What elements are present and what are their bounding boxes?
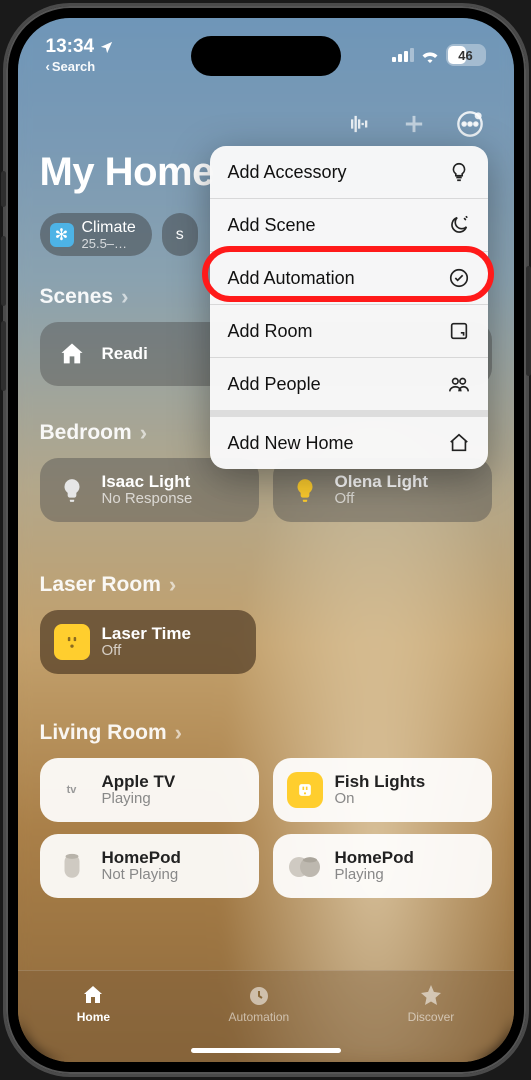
screen: 13:34 ‹ Search 46 (18, 18, 514, 1062)
tile-sub: Not Playing (102, 867, 181, 884)
location-icon (99, 40, 114, 55)
menu-label: Add Accessory (228, 162, 347, 183)
menu-add-home[interactable]: Add New Home (210, 417, 488, 469)
add-menu: Add Accessory Add Scene Add Automation A… (210, 146, 488, 469)
laser-title: Laser Room (40, 573, 161, 597)
menu-add-scene[interactable]: Add Scene (210, 199, 488, 252)
battery-percent: 46 (458, 48, 472, 63)
fan-icon: ✻ (50, 223, 74, 247)
chevron-left-icon: ‹ (46, 59, 50, 74)
volume-up-button[interactable] (1, 236, 6, 306)
add-icon[interactable] (400, 110, 428, 138)
climate-chip[interactable]: ✻ Climate 25.5–… (40, 213, 152, 256)
accessory-tile-appletv[interactable]: tv Apple TV Playing (40, 758, 259, 822)
cellular-icon (392, 48, 414, 62)
menu-add-automation[interactable]: Add Automation (210, 252, 488, 305)
accessory-tile-fish[interactable]: Fish Lights On (273, 758, 492, 822)
section-laser[interactable]: Laser Room (40, 572, 492, 598)
home-icon (448, 432, 470, 454)
accessory-tile-homepod1[interactable]: HomePod Not Playing (40, 834, 259, 898)
battery-indicator: 46 (446, 44, 486, 66)
bulb-off-icon (54, 472, 90, 508)
climate-sub: 25.5–… (82, 237, 136, 250)
dynamic-island (191, 36, 341, 76)
tile-title: HomePod (335, 849, 414, 868)
tile-title: Olena Light (335, 473, 429, 492)
scenes-title: Scenes (40, 285, 114, 309)
phone-frame: 13:34 ‹ Search 46 (6, 6, 526, 1074)
outlet-on-icon (287, 772, 323, 808)
tile-sub: Playing (335, 867, 414, 884)
status-time: 13:34 (46, 36, 95, 58)
menu-add-people[interactable]: Add People (210, 358, 488, 410)
accessory-tile-laser[interactable]: Laser Time Off (40, 610, 257, 674)
menu-label: Add Scene (228, 215, 316, 236)
section-living[interactable]: Living Room (40, 720, 492, 746)
other-chip[interactable]: s (162, 213, 198, 256)
volume-down-button[interactable] (1, 321, 6, 391)
menu-label: Add Automation (228, 268, 355, 289)
tile-sub: On (335, 791, 426, 808)
room-icon (448, 320, 470, 342)
climate-label: Climate (82, 219, 136, 237)
bulb-on-icon (287, 472, 323, 508)
other-chip-label: s (176, 226, 184, 244)
power-button[interactable] (526, 266, 531, 376)
menu-separator (210, 410, 488, 417)
tile-sub: Off (335, 491, 429, 508)
scene-title: Readi (102, 345, 148, 364)
outlet-icon (54, 624, 90, 660)
silence-switch[interactable] (1, 171, 6, 207)
back-to-search[interactable]: ‹ Search (46, 59, 115, 74)
bedroom-title: Bedroom (40, 421, 132, 445)
menu-label: Add New Home (228, 433, 354, 454)
appletv-icon: tv (54, 772, 90, 808)
tile-title: HomePod (102, 849, 181, 868)
back-label: Search (52, 59, 95, 74)
living-title: Living Room (40, 721, 167, 745)
bulb-icon (448, 161, 470, 183)
tile-title: Apple TV (102, 773, 176, 792)
menu-label: Add Room (228, 321, 313, 342)
tile-title: Fish Lights (335, 773, 426, 792)
tile-sub: Off (102, 643, 191, 660)
tile-sub: Playing (102, 791, 176, 808)
homepod-icon (54, 848, 90, 884)
menu-add-room[interactable]: Add Room (210, 305, 488, 358)
intercom-icon[interactable] (344, 110, 372, 138)
tile-sub: No Response (102, 491, 193, 508)
house-icon (54, 336, 90, 372)
wifi-icon (420, 48, 440, 63)
homepod-pair-icon (287, 848, 323, 884)
clock-check-icon (448, 267, 470, 289)
menu-add-accessory[interactable]: Add Accessory (210, 146, 488, 199)
more-icon[interactable] (456, 110, 484, 138)
tile-title: Isaac Light (102, 473, 193, 492)
accessory-tile-homepod2[interactable]: HomePod Playing (273, 834, 492, 898)
menu-label: Add People (228, 374, 321, 395)
people-icon (448, 373, 470, 395)
moon-icon (448, 214, 470, 236)
tile-title: Laser Time (102, 625, 191, 644)
